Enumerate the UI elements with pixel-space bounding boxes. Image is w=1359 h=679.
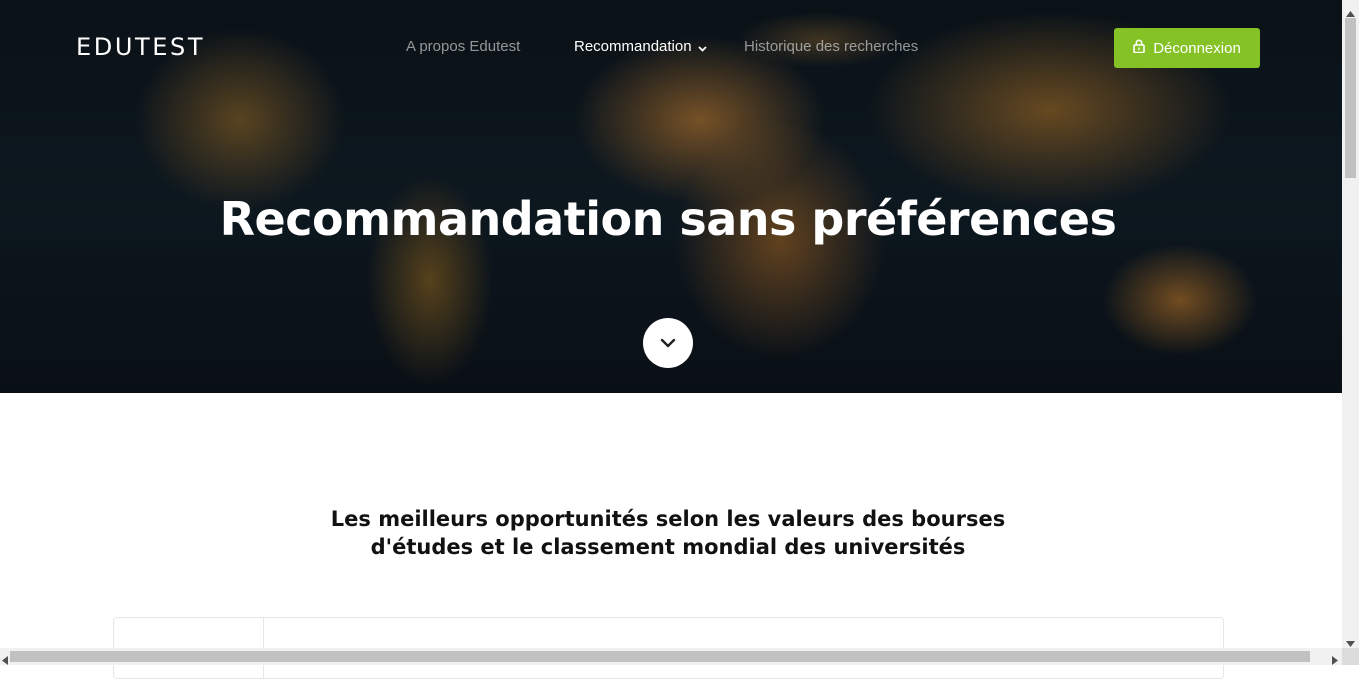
nav-link-recommendation[interactable]: Recommandation: [574, 38, 707, 56]
logout-button[interactable]: Déconnexion: [1114, 28, 1260, 68]
vertical-scrollbar-thumb[interactable]: [1345, 18, 1356, 178]
scroll-left-arrow-icon[interactable]: [2, 652, 8, 670]
nav-link-about[interactable]: A propos Edutest: [406, 38, 520, 55]
scroll-down-button[interactable]: [643, 318, 693, 368]
scroll-right-arrow-icon[interactable]: [1332, 652, 1338, 670]
section-heading-line-2: d'études et le classement mondial des un…: [370, 535, 966, 559]
nav-link-recommendation-label: Recommandation: [574, 38, 692, 55]
brand-logo[interactable]: EDUTEST: [76, 33, 205, 61]
horizontal-scrollbar[interactable]: [0, 648, 1342, 665]
section-heading: Les meilleurs opportunités selon les val…: [0, 505, 1336, 561]
logout-label: Déconnexion: [1153, 39, 1241, 57]
lock-icon: [1133, 39, 1146, 57]
scrollbar-corner: [1342, 648, 1359, 665]
hero-banner: EDUTEST A propos Edutest Recommandation …: [0, 0, 1342, 393]
section-heading-line-1: Les meilleurs opportunités selon les val…: [330, 507, 1006, 531]
chevron-down-icon: [660, 336, 676, 351]
vertical-scrollbar[interactable]: [1342, 0, 1359, 648]
horizontal-scrollbar-thumb[interactable]: [10, 651, 1310, 662]
nav-link-history[interactable]: Historique des recherches: [744, 38, 918, 55]
page-title: Recommandation sans préférences: [219, 192, 1117, 246]
chevron-down-icon: [697, 39, 707, 56]
